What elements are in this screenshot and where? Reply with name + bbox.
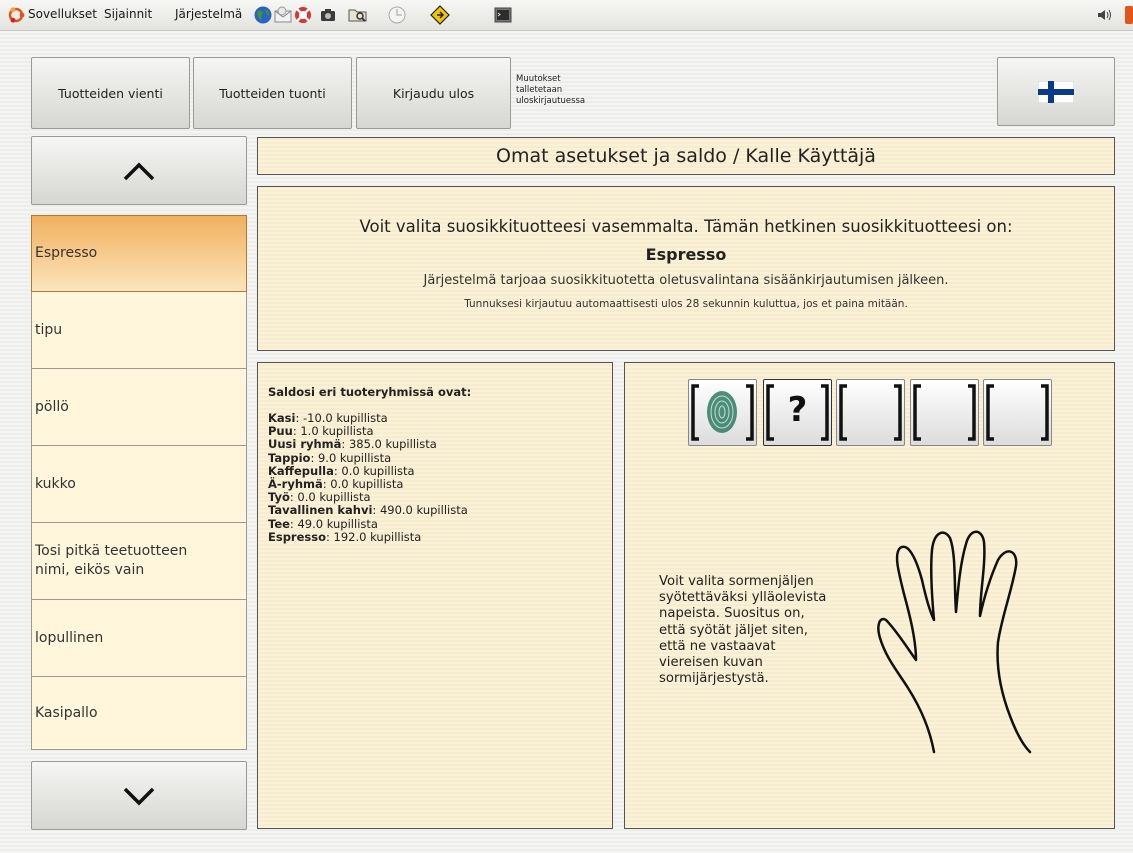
auto-logout-note: Tunnuksesi kirjautuu automaattisesti ulo…	[464, 298, 908, 310]
favorite-intro: Voit valita suosikkituotteesi vasemmalta…	[359, 217, 1013, 236]
sidebar-item-kukko[interactable]: kukko	[31, 446, 247, 523]
help-lifebuoy-icon[interactable]	[293, 5, 313, 25]
instruction-line: että ne vastaavat	[659, 638, 776, 654]
fingerprint-icon	[707, 391, 737, 433]
chevron-down-icon	[123, 787, 155, 805]
sidebar-item-label: pöllö	[35, 398, 69, 415]
fingerprint-instructions: Voit valita sormenjäljen syötettäväksi y…	[659, 574, 826, 687]
sidebar-item-label: lopullinen	[35, 629, 104, 646]
balances-heading: Saldosi eri tuoteryhmissä ovat:	[268, 385, 472, 399]
note-line: Muutokset	[516, 74, 561, 84]
scroll-down-button[interactable]	[31, 761, 247, 830]
instruction-line: syötettäväksi ylläolevista	[659, 590, 827, 606]
instruction-line: napeista. Suositus on,	[659, 606, 805, 622]
save-on-logout-note: Muutokset talletetaan uloskirjautuessa	[516, 74, 585, 107]
chat-icon[interactable]	[387, 5, 407, 25]
balance-row: Espresso: 192.0 kupillista	[268, 529, 422, 544]
mail-icon[interactable]	[273, 5, 293, 25]
fingerprint-slot-1[interactable]	[688, 379, 757, 446]
instruction-line: viereisen kuvan	[659, 655, 763, 671]
menu-system[interactable]: Järjestelmä	[175, 7, 242, 21]
instruction-line: sormijärjestystä.	[659, 671, 769, 687]
language-button[interactable]	[997, 57, 1115, 126]
sidebar-item-kasipallo[interactable]: Kasipallo	[31, 677, 247, 750]
hand-outline-icon	[877, 530, 1032, 754]
favorite-product: Espresso	[645, 245, 727, 264]
export-products-button[interactable]: Tuotteiden vienti	[31, 57, 190, 129]
note-line: talletetaan	[516, 85, 563, 95]
sidebar-item-pollo[interactable]: pöllö	[31, 369, 247, 446]
terminal-icon[interactable]	[493, 5, 513, 25]
import-products-button[interactable]: Tuotteiden tuonti	[193, 57, 352, 129]
current-slot-mark: ?	[787, 390, 808, 430]
note-line: uloskirjautuessa	[516, 96, 586, 106]
sidebar-item-lopullinen[interactable]: lopullinen	[31, 600, 247, 677]
camera-icon[interactable]	[318, 5, 338, 25]
favorite-info-panel: Voit valita suosikkituotteesi vasemmalta…	[257, 186, 1115, 351]
scroll-up-button[interactable]	[31, 136, 247, 205]
sidebar-item-tipu[interactable]: tipu	[31, 292, 247, 369]
sidebar-item-espresso[interactable]: Espresso	[31, 215, 247, 292]
finnish-flag-icon	[1038, 80, 1074, 103]
ubuntu-logo-icon[interactable]	[6, 5, 26, 25]
sidebar-item-tea[interactable]: Tosi pitkä teetuotteen nimi, eikös vain	[31, 523, 247, 600]
sidebar-item-label: Kasipallo	[35, 704, 98, 721]
page-title-bar: Omat asetukset ja saldo / Kalle Käyttäjä	[257, 137, 1115, 175]
default-selection-note: Järjestelmä tarjoaa suosikkituotetta ole…	[423, 273, 949, 288]
sidebar-item-label: Tosi pitkä teetuotteen nimi, eikös vain	[35, 543, 188, 578]
logout-button[interactable]: Kirjaudu ulos	[356, 57, 511, 129]
fingerprint-slot-5[interactable]	[983, 379, 1052, 446]
chevron-up-icon	[123, 162, 155, 180]
menu-places[interactable]: Sijainnit	[104, 7, 152, 21]
instruction-line: että syötät jäljet siten,	[659, 622, 809, 638]
fingerprint-slot-4[interactable]	[910, 379, 979, 446]
instruction-line: Voit valita sormenjäljen	[659, 574, 814, 589]
sidebar-item-label: kukko	[35, 475, 76, 492]
menu-applications[interactable]: Sovellukset	[28, 7, 97, 21]
sidebar-item-label: Espresso	[35, 245, 98, 261]
sidebar-item-label: tipu	[35, 321, 63, 338]
system-top-panel: Sovellukset Sijainnit Järjestelmä	[0, 0, 1133, 31]
pin-icon[interactable]	[430, 5, 450, 25]
panel-edge-icon	[1125, 6, 1133, 24]
volume-icon[interactable]	[1095, 5, 1115, 25]
fingerprint-slot-2[interactable]: ?	[763, 379, 832, 446]
folder-search-icon[interactable]	[347, 5, 367, 25]
globe-icon[interactable]	[253, 5, 273, 25]
balances-panel: Saldosi eri tuoteryhmissä ovat: Kasi: -1…	[257, 362, 613, 829]
fingerprint-slot-3[interactable]	[836, 379, 905, 446]
page-title: Omat asetukset ja saldo / Kalle Käyttäjä	[496, 145, 876, 167]
